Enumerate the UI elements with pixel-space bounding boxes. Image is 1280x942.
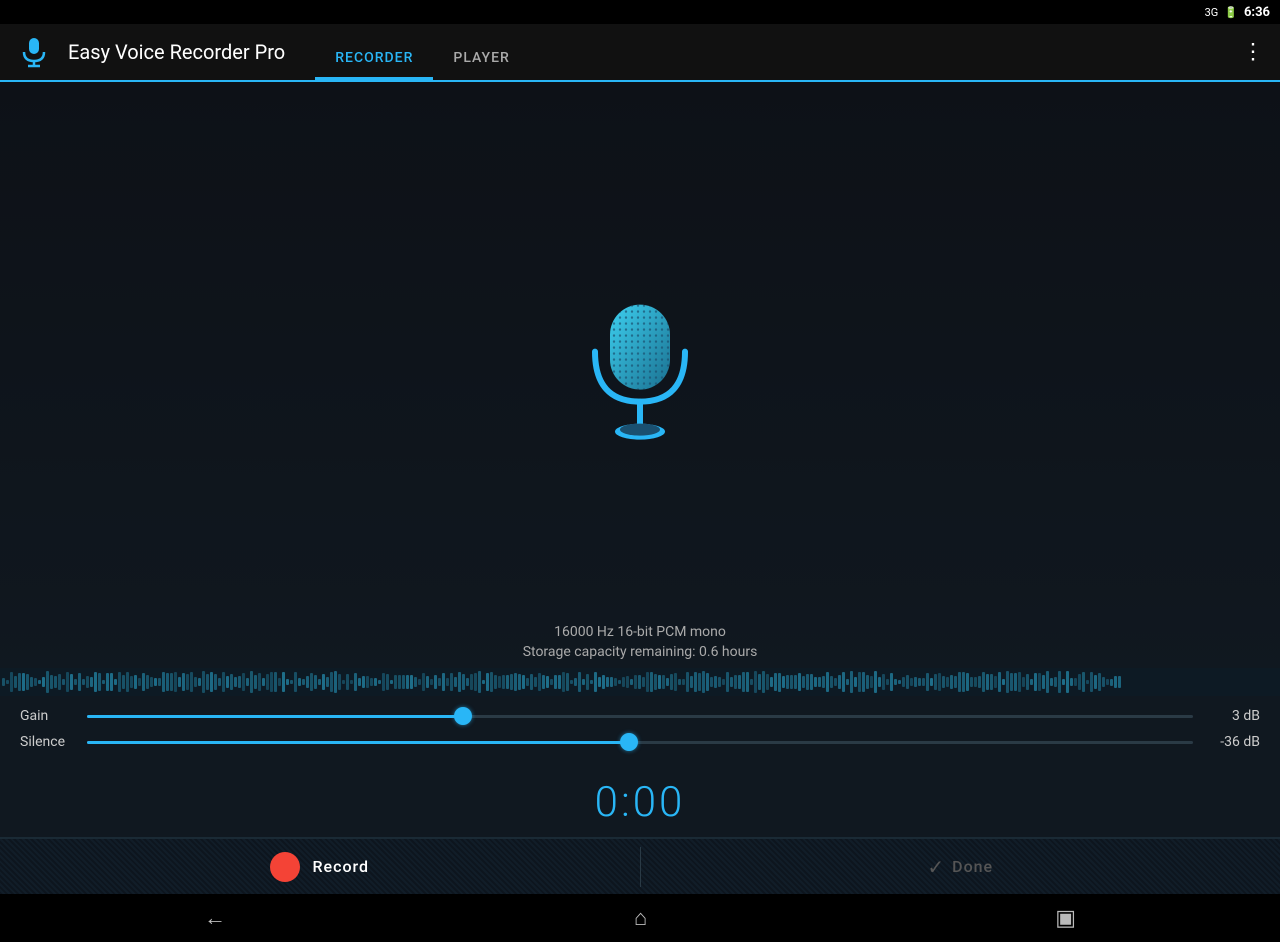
silence-label: Silence — [20, 734, 75, 750]
signal-icon: 3G — [1205, 6, 1219, 19]
gain-slider[interactable] — [87, 715, 1193, 718]
record-label: Record — [312, 857, 369, 876]
nav-bar: ← ⌂ ▣ — [0, 894, 1280, 942]
battery-icon: 🔋 — [1224, 6, 1238, 19]
silence-slider[interactable] — [87, 741, 1193, 744]
clock: 6:36 — [1244, 5, 1270, 20]
done-label: Done — [952, 857, 993, 876]
recents-icon[interactable]: ▣ — [1055, 906, 1076, 931]
app-title: Easy Voice Recorder Pro — [68, 40, 285, 64]
gain-slider-thumb[interactable] — [454, 707, 472, 725]
overflow-menu-icon[interactable]: ⋮ — [1242, 40, 1264, 65]
done-button-area[interactable]: ✓ Done — [641, 855, 1280, 879]
record-icon — [270, 852, 300, 882]
gain-label: Gain — [20, 708, 75, 724]
audio-info: 16000 Hz 16-bit PCM mono Storage capacit… — [523, 624, 758, 660]
status-bar: 3G 🔋 6:36 — [0, 0, 1280, 24]
app-bar: Easy Voice Recorder Pro RECORDER PLAYER … — [0, 24, 1280, 82]
tab-player[interactable]: PLAYER — [433, 24, 529, 80]
timer-display: 0:00 — [595, 778, 686, 827]
waveform — [0, 668, 1280, 696]
home-icon[interactable]: ⌂ — [634, 905, 647, 931]
timer-section: 0:00 — [0, 768, 1280, 838]
waveform-bars — [0, 668, 1280, 696]
action-bar: Record ✓ Done — [0, 838, 1280, 894]
done-check-icon: ✓ — [927, 855, 944, 879]
silence-slider-fill — [87, 741, 629, 744]
silence-slider-thumb[interactable] — [620, 733, 638, 751]
gain-slider-fill — [87, 715, 463, 718]
audio-format: 16000 Hz 16-bit PCM mono — [523, 624, 758, 640]
record-button-area[interactable]: Record — [0, 852, 640, 882]
tab-recorder[interactable]: RECORDER — [315, 24, 433, 80]
tab-bar: RECORDER PLAYER — [315, 24, 530, 80]
silence-slider-row: Silence -36 dB — [20, 734, 1260, 750]
gain-value: 3 dB — [1205, 708, 1260, 724]
microphone-icon[interactable] — [575, 297, 705, 451]
app-icon — [14, 32, 54, 72]
silence-value: -36 dB — [1205, 734, 1260, 750]
gain-slider-row: Gain 3 dB — [20, 708, 1260, 724]
controls-section: Gain 3 dB Silence -36 dB — [0, 696, 1280, 768]
back-icon[interactable]: ← — [204, 905, 226, 931]
main-content: 16000 Hz 16-bit PCM mono Storage capacit… — [0, 82, 1280, 696]
storage-info: Storage capacity remaining: 0.6 hours — [523, 644, 758, 660]
